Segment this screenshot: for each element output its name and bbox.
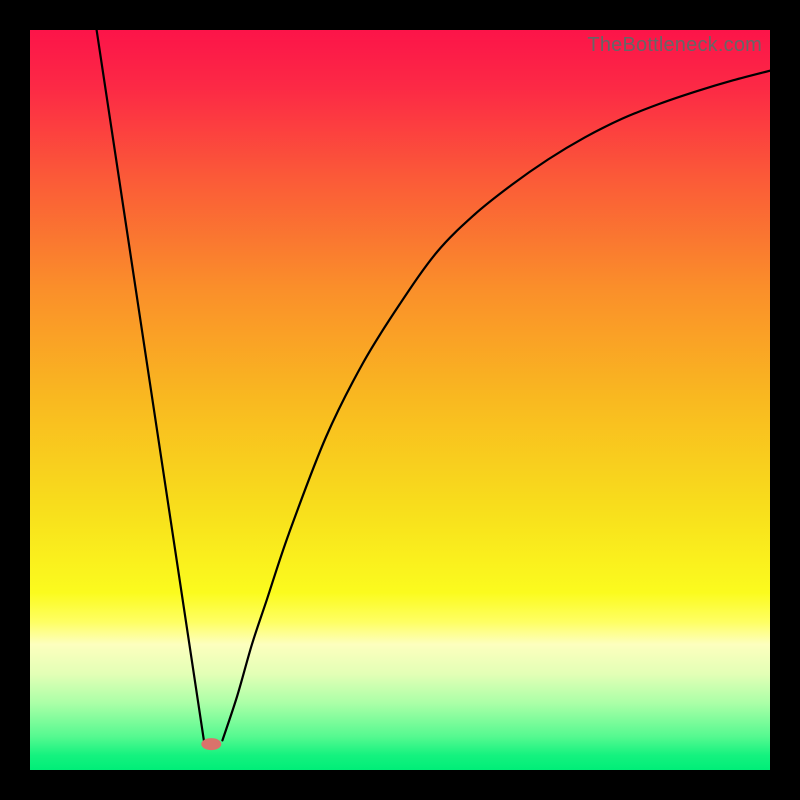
gradient-background <box>30 30 770 770</box>
chart-svg <box>30 30 770 770</box>
chart-frame: TheBottleneck.com <box>0 0 800 800</box>
plot-area: TheBottleneck.com <box>30 30 770 770</box>
minimum-marker <box>201 738 221 750</box>
watermark-text: TheBottleneck.com <box>587 34 762 57</box>
